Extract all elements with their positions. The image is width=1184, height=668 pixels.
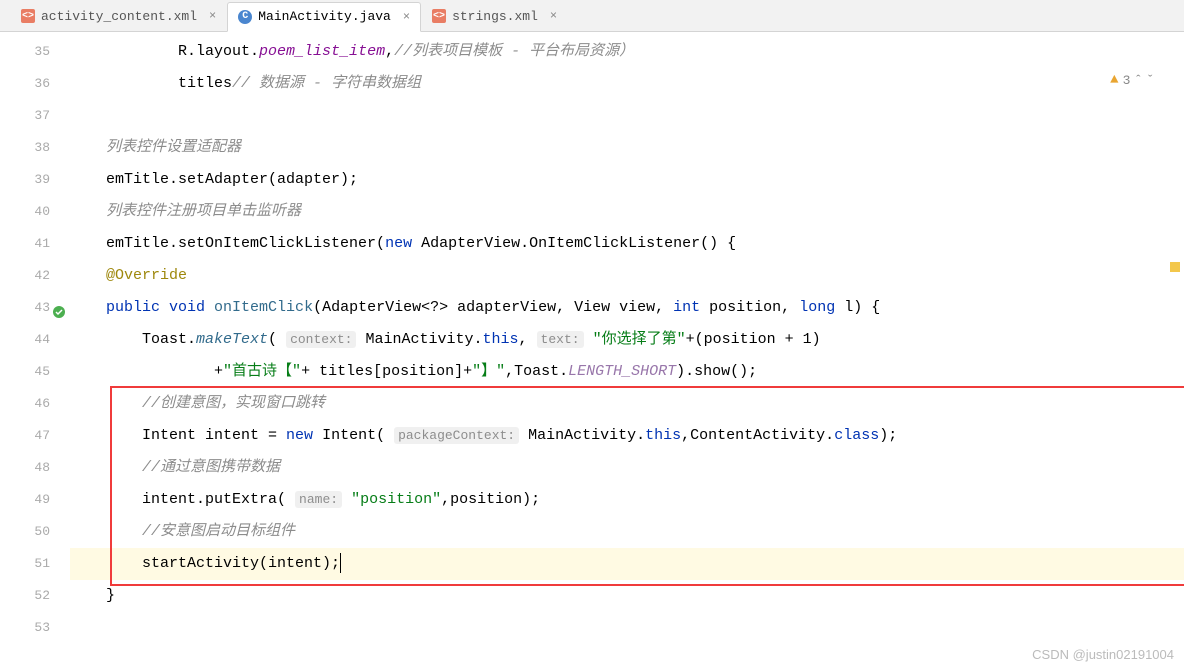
code-line: emTitle.setOnItemClickListener(new Adapt… <box>70 228 1184 260</box>
tab-strings[interactable]: <> strings.xml × <box>421 1 568 31</box>
code-editor[interactable]: 35 36 37 38 39 40 41 42 43 44 45 46 47 4… <box>0 32 1184 668</box>
code-line: intent.putExtra( name: "position",positi… <box>70 484 1184 516</box>
override-marker-icon[interactable] <box>52 300 66 314</box>
chevron-up-icon[interactable]: ˆ <box>1134 73 1142 88</box>
code-line: 列表控件注册项目单击监听器 <box>70 196 1184 228</box>
code-line: Toast.makeText( context: MainActivity.th… <box>70 324 1184 356</box>
tab-label: MainActivity.java <box>258 9 391 24</box>
line-gutter: 35 36 37 38 39 40 41 42 43 44 45 46 47 4… <box>0 32 70 668</box>
tab-activity-content[interactable]: <> activity_content.xml × <box>10 1 227 31</box>
code-line: titles// 数据源 - 字符串数据组 <box>70 68 1184 100</box>
java-icon: C <box>238 10 252 24</box>
code-line: @Override <box>70 260 1184 292</box>
code-line: //通过意图携带数据 <box>70 452 1184 484</box>
code-line: } <box>70 580 1184 612</box>
code-line: emTitle.setAdapter(adapter); <box>70 164 1184 196</box>
watermark: CSDN @justin02191004 <box>1032 647 1174 662</box>
close-icon[interactable]: × <box>209 9 216 23</box>
code-line <box>70 100 1184 132</box>
inspection-badge[interactable]: ▲ 3 ˆ ˇ <box>1110 72 1154 88</box>
chevron-down-icon[interactable]: ˇ <box>1146 73 1154 88</box>
warning-icon: ▲ <box>1110 72 1118 88</box>
tab-label: strings.xml <box>452 9 538 24</box>
tab-main-activity[interactable]: C MainActivity.java × <box>227 2 421 32</box>
close-icon[interactable]: × <box>550 9 557 23</box>
warning-count: 3 <box>1123 73 1131 88</box>
editor-tabs: <> activity_content.xml × C MainActivity… <box>0 0 1184 32</box>
scrollbar-warning-marker[interactable] <box>1170 262 1180 272</box>
close-icon[interactable]: × <box>403 10 410 24</box>
xml-icon: <> <box>432 9 446 23</box>
code-line: //安意图启动目标组件 <box>70 516 1184 548</box>
tab-label: activity_content.xml <box>41 9 197 24</box>
code-line: R.layout.poem_list_item,//列表项目模板 - 平台布局资… <box>70 36 1184 68</box>
code-line: +"首古诗【"+ titles[position]+"】",Toast.LENG… <box>70 356 1184 388</box>
code-line: Intent intent = new Intent( packageConte… <box>70 420 1184 452</box>
code-line <box>70 612 1184 644</box>
xml-icon: <> <box>21 9 35 23</box>
text-caret <box>340 553 341 573</box>
code-line: 列表控件设置适配器 <box>70 132 1184 164</box>
code-area[interactable]: R.layout.poem_list_item,//列表项目模板 - 平台布局资… <box>70 32 1184 668</box>
code-line: //创建意图，实现窗口跳转 <box>70 388 1184 420</box>
code-line-current: startActivity(intent); <box>70 548 1184 580</box>
code-line: public void onItemClick(AdapterView<?> a… <box>70 292 1184 324</box>
